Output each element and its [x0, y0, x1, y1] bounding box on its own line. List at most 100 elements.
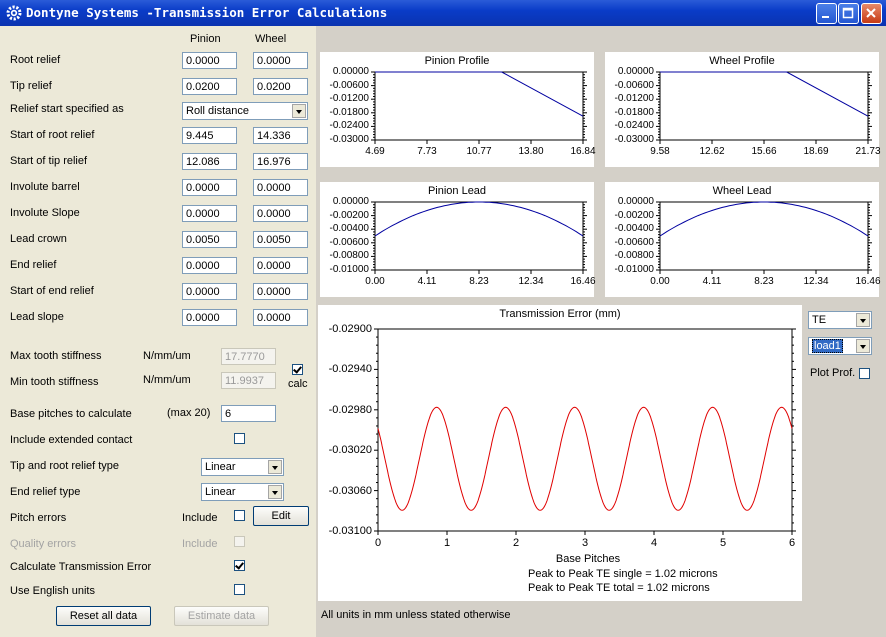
- start-tip-relief-label: Start of tip relief: [10, 155, 88, 167]
- quality-errors-checkbox[interactable]: [234, 536, 245, 547]
- x-tick-label: 12.34: [803, 276, 829, 287]
- y-tick-label: -0.03060: [328, 484, 372, 497]
- maximize-button[interactable]: [838, 3, 859, 24]
- load-select[interactable]: load1: [808, 337, 872, 355]
- chevron-down-icon[interactable]: [856, 313, 870, 327]
- x-tick-label: 6: [788, 537, 796, 549]
- root-relief-label: Root relief: [10, 54, 61, 66]
- chevron-down-icon[interactable]: [292, 104, 306, 118]
- minimize-button[interactable]: [816, 3, 837, 24]
- estimate-data-button[interactable]: Estimate data: [174, 606, 269, 626]
- pitch-errors-include-label: Include: [182, 512, 218, 524]
- te-select[interactable]: TE: [808, 311, 872, 329]
- tip-relief-wheel-input[interactable]: 0.0200: [253, 78, 308, 95]
- english-units-checkbox[interactable]: [234, 584, 245, 595]
- chart-svg: [374, 328, 796, 535]
- lead-slope-wheel-input[interactable]: 0.0000: [253, 309, 308, 326]
- pitch-errors-label: Pitch errors: [10, 512, 67, 524]
- gear-icon: [6, 5, 22, 21]
- max-stiffness-input[interactable]: 17.7770: [221, 348, 276, 365]
- root-relief-pinion-input[interactable]: 0.0000: [182, 52, 237, 69]
- end-relief-label: End relief: [10, 259, 57, 271]
- y-tick-label: 0.00000: [332, 66, 369, 77]
- base-pitches-input[interactable]: 6: [221, 405, 276, 422]
- involute-barrel-wheel-input[interactable]: 0.0000: [253, 179, 308, 196]
- plot-prof-label: Plot Prof.: [810, 367, 856, 379]
- lead-slope-pinion-input[interactable]: 0.0000: [182, 309, 237, 326]
- end-relief-wheel-input[interactable]: 0.0000: [253, 257, 308, 274]
- involute-slope-pinion-input[interactable]: 0.0000: [182, 205, 237, 222]
- reset-all-button[interactable]: Reset all data: [56, 606, 151, 626]
- involute-barrel-label: Involute barrel: [10, 181, 80, 193]
- x-tick-label: 2: [512, 537, 520, 549]
- chevron-down-icon[interactable]: [268, 485, 282, 499]
- close-button[interactable]: [861, 3, 882, 24]
- start-tip-relief-pinion-input[interactable]: 12.086: [182, 153, 237, 170]
- load-select-value: load1: [812, 339, 843, 353]
- x-tick-label: 4.11: [417, 276, 437, 287]
- lead-crown-label: Lead crown: [10, 233, 67, 245]
- min-stiffness-input[interactable]: 11.9937: [221, 372, 276, 389]
- x-tick-label: 16.46: [570, 276, 596, 287]
- end-relief-type-value: Linear: [205, 486, 236, 498]
- series-line: [660, 71, 869, 117]
- start-end-relief-wheel-input[interactable]: 0.0000: [253, 283, 308, 300]
- pinion-column-header: Pinion: [190, 33, 221, 45]
- x-tick-label: 15.66: [751, 146, 777, 157]
- charts-area: Pinion Profile 0.00000 -0.00600 -0.01200 -0…: [316, 26, 886, 637]
- end-relief-type-label: End relief type: [10, 486, 81, 498]
- series-line: [659, 201, 869, 237]
- end-relief-pinion-input[interactable]: 0.0000: [182, 257, 237, 274]
- max-stiffness-label: Max tooth stiffness: [10, 350, 102, 362]
- plot-prof-checkbox[interactable]: [859, 368, 870, 379]
- y-tick-label: 0.00000: [617, 196, 654, 207]
- end-relief-type-select[interactable]: Linear: [201, 483, 284, 501]
- lead-crown-wheel-input[interactable]: 0.0050: [253, 231, 308, 248]
- base-pitches-label: Base pitches to calculate: [10, 408, 132, 420]
- plot-frame: [374, 201, 584, 271]
- plot-frame: [659, 71, 869, 141]
- y-tick-label: -0.00800: [614, 250, 654, 262]
- x-tick-label: 8.23: [754, 276, 774, 287]
- root-relief-wheel-input[interactable]: 0.0000: [253, 52, 308, 69]
- start-root-relief-wheel-input[interactable]: 14.336: [253, 127, 308, 144]
- involute-barrel-pinion-input[interactable]: 0.0000: [182, 179, 237, 196]
- start-end-relief-label: Start of end relief: [10, 285, 94, 297]
- tip-root-type-select[interactable]: Linear: [201, 458, 284, 476]
- lead-slope-label: Lead slope: [10, 311, 64, 323]
- extended-contact-checkbox[interactable]: [234, 433, 245, 444]
- quality-errors-label: Quality errors: [10, 538, 77, 550]
- y-tick-label: -0.00600: [329, 236, 369, 248]
- relief-start-select[interactable]: Roll distance: [182, 102, 308, 120]
- calc-te-checkbox[interactable]: [234, 560, 245, 571]
- start-tip-relief-wheel-input[interactable]: 16.976: [253, 153, 308, 170]
- edit-pitch-errors-button[interactable]: Edit: [253, 506, 309, 526]
- relief-start-value: Roll distance: [186, 105, 249, 117]
- chevron-down-icon[interactable]: [268, 460, 282, 474]
- y-tick-label: -0.01200: [329, 93, 369, 105]
- tip-relief-pinion-input[interactable]: 0.0200: [182, 78, 237, 95]
- y-tick-label: 0.00000: [617, 66, 654, 77]
- x-tick-label: 12.34: [518, 276, 544, 287]
- x-tick-label: 10.77: [466, 146, 492, 157]
- y-tick-label: -0.00200: [614, 209, 654, 221]
- series-line: [377, 406, 793, 511]
- pitch-errors-checkbox[interactable]: [234, 510, 245, 521]
- title-bar[interactable]: Dontyne Systems -Transmission Error Calc…: [0, 0, 886, 26]
- calc-stiffness-checkbox[interactable]: [292, 364, 303, 375]
- start-end-relief-pinion-input[interactable]: 0.0000: [182, 283, 237, 300]
- window-title: Dontyne Systems -Transmission Error Calc…: [26, 5, 388, 20]
- start-root-relief-pinion-input[interactable]: 9.445: [182, 127, 237, 144]
- involute-slope-wheel-input[interactable]: 0.0000: [253, 205, 308, 222]
- lead-crown-pinion-input[interactable]: 0.0050: [182, 231, 237, 248]
- calc-te-label: Calculate Transmission Error: [10, 561, 152, 573]
- series-line: [374, 201, 584, 237]
- tip-root-type-label: Tip and root relief type: [10, 460, 120, 472]
- x-tick-label: 18.69: [803, 146, 829, 157]
- y-tick-label: -0.00400: [329, 223, 369, 235]
- chevron-down-icon[interactable]: [856, 339, 870, 353]
- y-tick-label: -0.00600: [614, 236, 654, 248]
- y-tick-label: -0.01200: [614, 93, 654, 105]
- wheel-profile-chart: Wheel Profile 0.00000 -0.00600 -0.01200 -0.…: [605, 52, 881, 167]
- relief-start-label: Relief start specified as: [10, 103, 124, 115]
